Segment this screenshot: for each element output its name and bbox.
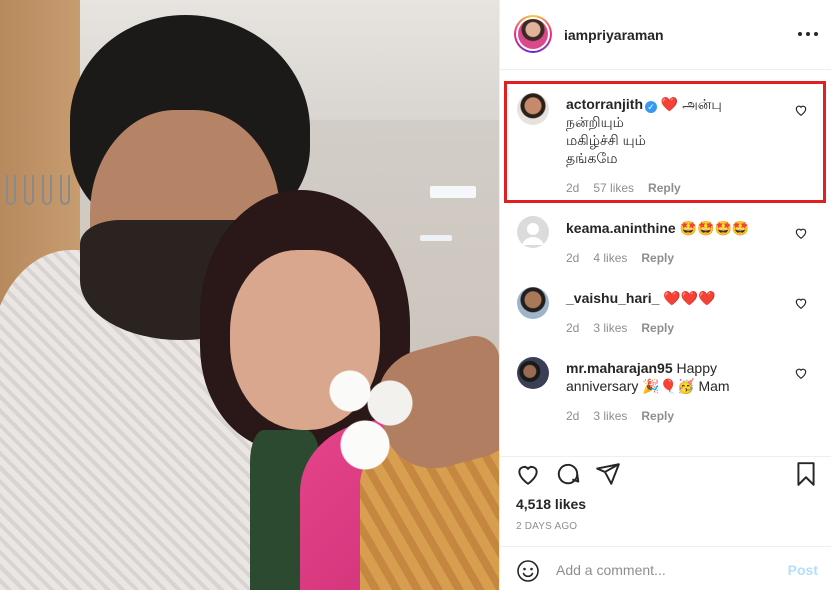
comment-age: 2d — [566, 321, 580, 335]
comment-age: 2d — [566, 409, 580, 423]
comment-likes[interactable]: 4 likes — [593, 251, 627, 265]
photo-lamp-small — [420, 235, 452, 241]
bookmark-icon[interactable] — [792, 460, 820, 488]
comment-age: 2d — [566, 181, 580, 195]
comment-likes[interactable]: 3 likes — [593, 321, 627, 335]
comment-text-line: anniversary 🎉🎈🥳 Mam — [566, 378, 730, 394]
reply-button[interactable]: Reply — [648, 181, 681, 195]
reply-button[interactable]: Reply — [641, 251, 674, 265]
paper-plane-icon[interactable] — [594, 460, 622, 488]
comment-body: actorranjith ✓ ❤️ அன்பு நன்றியும் மகிழ்ச்… — [566, 95, 786, 167]
comment-meta: 2d 3 likes Reply — [566, 409, 674, 423]
commenter-avatar[interactable] — [517, 287, 549, 319]
post-likes-count[interactable]: 4,518 likes — [516, 496, 586, 512]
comments-list: actorranjith ✓ ❤️ அன்பு நன்றியும் மகிழ்ச்… — [500, 71, 831, 456]
comment-age: 2d — [566, 251, 580, 265]
like-heart-icon[interactable] — [514, 460, 542, 488]
reply-button[interactable]: Reply — [641, 409, 674, 423]
more-options-icon[interactable] — [798, 24, 818, 44]
comment-item: actorranjith ✓ ❤️ அன்பு நன்றியும் மகிழ்ச்… — [500, 71, 831, 203]
commenter-username[interactable]: mr.maharajan95 — [566, 360, 673, 376]
post-header: iampriyaraman — [500, 0, 831, 70]
comment-likes[interactable]: 57 likes — [593, 181, 634, 195]
comment-meta: 2d 3 likes Reply — [566, 321, 674, 335]
comment-body: mr.maharajan95 Happy anniversary 🎉🎈🥳 Mam — [566, 359, 786, 395]
default-avatar-icon[interactable] — [517, 216, 549, 248]
verified-badge-icon: ✓ — [645, 101, 658, 113]
comment-text-line: தங்கமே — [566, 150, 618, 166]
comment-item: _vaishu_hari_ ❤️❤️❤️ 2d 3 likes Reply — [500, 281, 831, 351]
author-username[interactable]: iampriyaraman — [564, 27, 664, 43]
add-comment-bar: Post — [500, 546, 831, 590]
instagram-post: iampriyaraman actorranjith ✓ ❤️ அன்பு நன்… — [0, 0, 831, 590]
commenter-username[interactable]: actorranjith — [566, 96, 643, 112]
post-actions-bar: 4,518 likes 2 DAYS AGO — [500, 456, 831, 546]
comment-like-heart-icon[interactable] — [794, 296, 808, 310]
comment-text-line: மகிழ்ச்சி யும் — [566, 132, 646, 148]
comment-like-heart-icon[interactable] — [794, 366, 808, 380]
comment-text-line: Happy — [676, 360, 717, 376]
photo-flowers — [320, 355, 420, 475]
comment-likes[interactable]: 3 likes — [593, 409, 627, 423]
comment-like-heart-icon[interactable] — [794, 226, 808, 240]
photo-hooks — [0, 175, 80, 215]
author-avatar[interactable] — [514, 15, 552, 53]
reply-button[interactable]: Reply — [641, 321, 674, 335]
post-photo[interactable] — [0, 0, 499, 590]
post-side-panel: iampriyaraman actorranjith ✓ ❤️ அன்பு நன்… — [499, 0, 831, 590]
comment-body: _vaishu_hari_ ❤️❤️❤️ — [566, 289, 786, 307]
comment-like-heart-icon[interactable] — [794, 103, 808, 117]
commenter-username[interactable]: keama.aninthine — [566, 220, 676, 236]
comment-bubble-icon[interactable] — [554, 460, 582, 488]
comment-meta: 2d 57 likes Reply — [566, 181, 681, 195]
smiley-icon[interactable] — [516, 559, 540, 583]
post-timestamp[interactable]: 2 DAYS AGO — [516, 521, 577, 532]
commenter-avatar[interactable] — [517, 357, 549, 389]
comment-item: keama.aninthine 🤩🤩🤩🤩 2d 4 likes Reply — [500, 211, 831, 281]
comment-input[interactable] — [556, 559, 776, 581]
post-comment-button[interactable]: Post — [788, 562, 818, 578]
commenter-avatar[interactable] — [517, 93, 549, 125]
comment-text-line: ❤️ அன்பு — [660, 96, 722, 112]
comment-text-line: நன்றியும் — [566, 114, 624, 130]
commenter-username[interactable]: _vaishu_hari_ — [566, 290, 659, 306]
comment-meta: 2d 4 likes Reply — [566, 251, 674, 265]
photo-lamp — [430, 186, 476, 198]
comment-text-line: 🤩🤩🤩🤩 — [679, 220, 750, 236]
comment-body: keama.aninthine 🤩🤩🤩🤩 — [566, 219, 786, 237]
comment-item: mr.maharajan95 Happy anniversary 🎉🎈🥳 Mam… — [500, 351, 831, 441]
comment-text-line: ❤️❤️❤️ — [663, 290, 716, 306]
